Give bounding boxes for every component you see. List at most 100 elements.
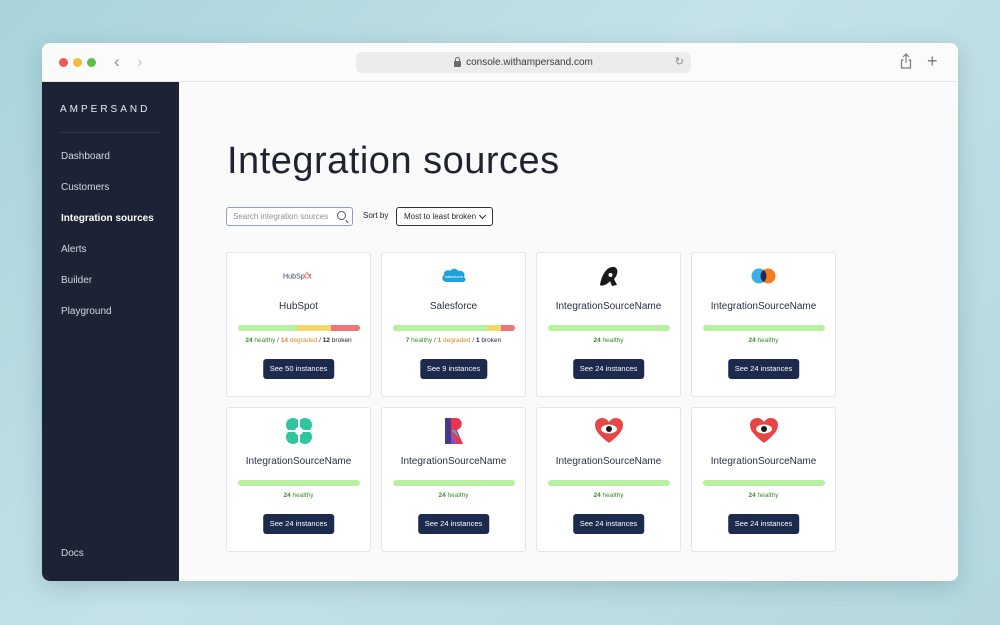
- healthy-count: 24: [748, 337, 756, 344]
- health-bar: [238, 480, 360, 486]
- see-instances-button[interactable]: See 24 instances: [417, 514, 490, 534]
- hubspot-logo-icon: HubSp t: [283, 266, 315, 286]
- minimize-window-button[interactable]: [73, 58, 82, 67]
- card-name: IntegrationSourceName: [555, 456, 662, 467]
- see-instances-button[interactable]: See 9 instances: [419, 359, 488, 379]
- broken-label: broken: [331, 337, 352, 344]
- back-arrow-icon[interactable]: ‹: [114, 52, 120, 72]
- card-name: Salesforce: [429, 301, 478, 312]
- sidebar-divider: [60, 132, 160, 133]
- browser-titlebar: ‹ › console.withampersand.com ↻ +: [42, 43, 958, 82]
- close-window-button[interactable]: [59, 58, 68, 67]
- url-text: console.withampersand.com: [466, 57, 593, 68]
- healthy-label: healthy: [602, 337, 624, 344]
- healthy-label: healthy: [292, 492, 314, 499]
- healthy-count: 24: [438, 492, 446, 499]
- healthy-segment: [548, 480, 670, 486]
- health-bar: [703, 480, 825, 486]
- health-stats: 24 healthy: [692, 492, 835, 499]
- healthy-count: 24: [283, 492, 291, 499]
- broken-segment: [330, 325, 360, 331]
- heart-eye-logo-icon: [748, 416, 780, 446]
- sidebar-item-integration-sources[interactable]: Integration sources: [61, 213, 154, 224]
- integration-card[interactable]: IntegrationSourceName 24 healthy See 24 …: [536, 407, 681, 552]
- integration-card-hubspot[interactable]: HubSp t HubSpot 24 healthy / 14 degraded…: [226, 252, 371, 397]
- healthy-label: healthy: [602, 492, 624, 499]
- chevron-down-icon: [478, 211, 487, 220]
- integration-card[interactable]: IntegrationSourceName 24 healthy See 24 …: [381, 407, 526, 552]
- integration-card[interactable]: IntegrationSourceName 24 healthy See 24 …: [536, 252, 681, 397]
- health-stats: 7 healthy / 1 degraded / 1 broken: [405, 337, 502, 344]
- healthy-label: healthy: [411, 337, 433, 344]
- address-bar[interactable]: console.withampersand.com ↻: [356, 52, 691, 73]
- card-name: IntegrationSourceName: [555, 301, 662, 312]
- reload-icon[interactable]: ↻: [675, 55, 684, 68]
- sidebar-item-dashboard[interactable]: Dashboard: [61, 151, 110, 162]
- main-content: Integration sources Search integration s…: [179, 82, 958, 581]
- healthy-segment: [393, 480, 515, 486]
- integration-card[interactable]: IntegrationSourceName 24 healthy See 24 …: [691, 407, 836, 552]
- see-instances-button[interactable]: See 24 instances: [727, 359, 800, 379]
- healthy-segment: [548, 325, 670, 331]
- search-placeholder: Search integration sources: [233, 212, 329, 221]
- health-stats: 24 healthy: [537, 337, 680, 344]
- health-stats: 24 healthy: [692, 337, 835, 344]
- degraded-label: degraded: [443, 337, 471, 344]
- brush-a-logo-icon: [593, 266, 625, 286]
- integration-card[interactable]: IntegrationSourceName 24 healthy See 24 …: [226, 407, 371, 552]
- healthy-count: 24: [593, 492, 601, 499]
- clover-logo-icon: [283, 416, 315, 446]
- integration-card[interactable]: IntegrationSourceName 24 healthy See 24 …: [691, 252, 836, 397]
- card-name: IntegrationSourceName: [400, 456, 507, 467]
- healthy-segment: [393, 325, 488, 331]
- sort-dropdown[interactable]: Most to least broken: [396, 207, 493, 226]
- overlap-circles-logo-icon: [748, 266, 780, 286]
- see-instances-button[interactable]: See 24 instances: [572, 359, 645, 379]
- healthy-count: 24: [748, 492, 756, 499]
- see-instances-button[interactable]: See 24 instances: [727, 514, 800, 534]
- letter-r-logo-icon: [438, 416, 470, 446]
- sidebar-item-alerts[interactable]: Alerts: [61, 244, 87, 255]
- health-stats: 24 healthy: [227, 492, 370, 499]
- sidebar-item-builder[interactable]: Builder: [61, 275, 92, 286]
- new-tab-icon[interactable]: +: [927, 51, 938, 71]
- forward-arrow-icon[interactable]: ›: [137, 52, 143, 72]
- see-instances-button[interactable]: See 50 instances: [262, 359, 335, 379]
- health-bar: [393, 325, 515, 331]
- degraded-count: 1: [437, 337, 442, 344]
- sidebar-item-playground[interactable]: Playground: [61, 306, 112, 317]
- brand-logo: AMPERSAND: [60, 104, 151, 115]
- health-bar: [393, 480, 515, 486]
- see-instances-button[interactable]: See 24 instances: [262, 514, 335, 534]
- browser-window: ‹ › console.withampersand.com ↻ + AMPERS…: [42, 43, 958, 581]
- svg-text:HubSp: HubSp: [283, 273, 305, 281]
- healthy-label: healthy: [254, 337, 276, 344]
- degraded-count: 14: [280, 337, 289, 344]
- maximize-window-button[interactable]: [87, 58, 96, 67]
- degraded-segment: [296, 325, 331, 331]
- lock-icon: [454, 56, 462, 67]
- share-icon[interactable]: [900, 53, 912, 69]
- healthy-count: 7: [405, 337, 410, 344]
- sidebar-item-docs[interactable]: Docs: [61, 548, 84, 559]
- health-stats: 24 healthy / 14 degraded / 12 broken: [245, 337, 352, 344]
- healthy-segment: [703, 480, 825, 486]
- salesforce-logo-icon: salesforce: [438, 266, 470, 286]
- see-instances-button[interactable]: See 24 instances: [572, 514, 645, 534]
- healthy-label: healthy: [447, 492, 469, 499]
- sort-value: Most to least broken: [404, 212, 477, 221]
- page-title: Integration sources: [227, 140, 560, 182]
- healthy-segment: [238, 480, 360, 486]
- broken-segment: [501, 325, 515, 331]
- svg-text:t: t: [309, 273, 311, 281]
- health-bar: [548, 325, 670, 331]
- healthy-segment: [703, 325, 825, 331]
- card-name: IntegrationSourceName: [710, 456, 817, 467]
- search-input[interactable]: Search integration sources: [226, 207, 353, 226]
- svg-text:salesforce: salesforce: [444, 274, 463, 279]
- sidebar-item-customers[interactable]: Customers: [61, 182, 109, 193]
- integration-card-salesforce[interactable]: salesforce Salesforce 7 healthy / 1 degr…: [381, 252, 526, 397]
- broken-label: broken: [481, 337, 502, 344]
- health-stats: 24 healthy: [382, 492, 525, 499]
- card-name: HubSpot: [279, 301, 318, 312]
